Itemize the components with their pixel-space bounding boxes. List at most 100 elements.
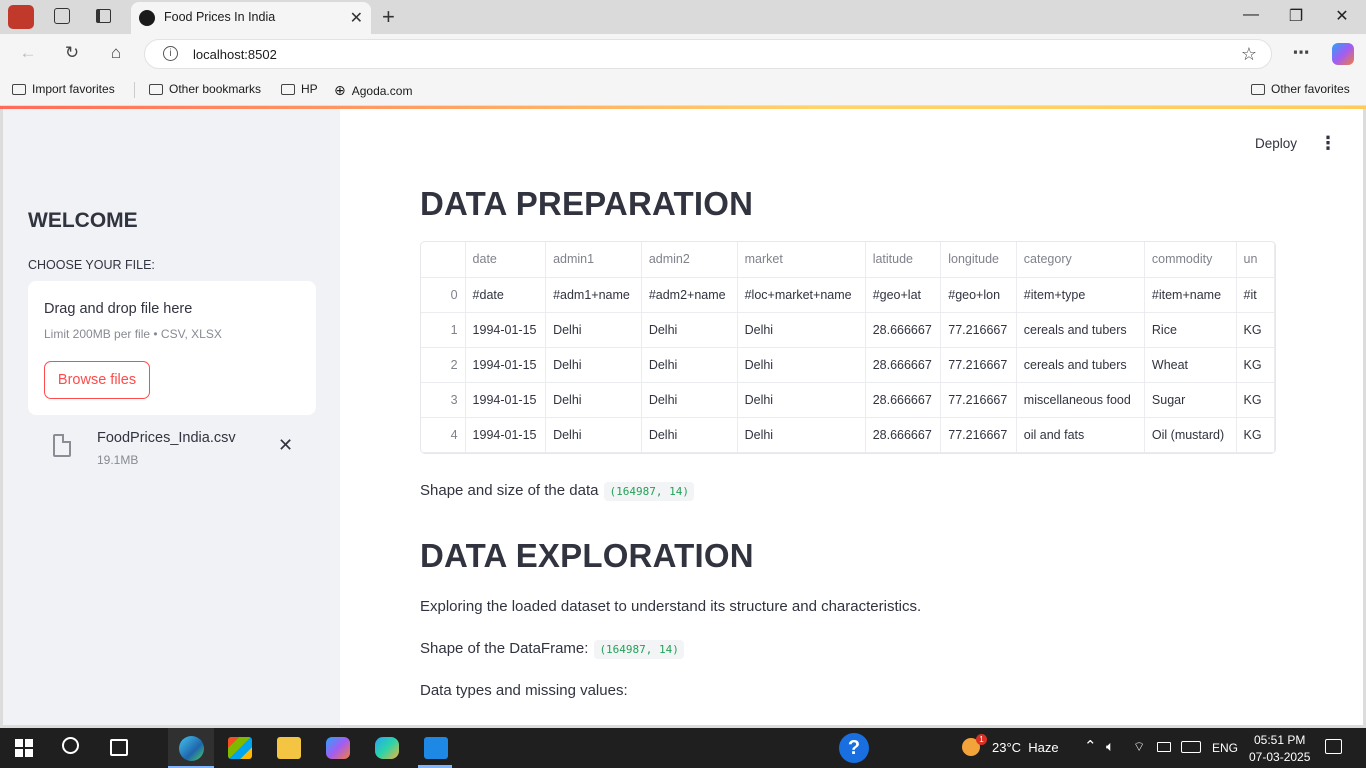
table-cell[interactable]: 28.666667 bbox=[865, 417, 942, 453]
table-cell[interactable]: 1994-01-15 bbox=[465, 347, 547, 383]
notifications-icon[interactable] bbox=[1325, 739, 1342, 754]
row-index[interactable]: 2 bbox=[421, 347, 466, 383]
table-cell[interactable]: Oil (mustard) bbox=[1144, 417, 1237, 453]
table-cell[interactable]: KG bbox=[1236, 417, 1275, 453]
table-cell[interactable]: 1994-01-15 bbox=[465, 312, 547, 348]
column-header[interactable]: category bbox=[1016, 242, 1145, 278]
table-cell[interactable]: Delhi bbox=[641, 417, 738, 453]
table-cell[interactable]: Rice bbox=[1144, 312, 1237, 348]
table-cell[interactable]: #adm1+name bbox=[545, 277, 642, 313]
table-cell[interactable]: 77.216667 bbox=[940, 382, 1017, 418]
clock-time[interactable]: 05:51 PM bbox=[1254, 733, 1305, 747]
close-window-icon[interactable]: ✕ bbox=[1327, 6, 1357, 26]
column-header[interactable]: latitude bbox=[865, 242, 942, 278]
table-cell[interactable]: Delhi bbox=[545, 312, 642, 348]
battery-icon[interactable] bbox=[1157, 742, 1171, 752]
table-cell[interactable]: #item+type bbox=[1016, 277, 1145, 313]
search-icon[interactable] bbox=[62, 737, 79, 754]
column-header[interactable]: un bbox=[1236, 242, 1275, 278]
bookmark-other-bookmarks[interactable]: Other bookmarks bbox=[149, 82, 261, 96]
table-cell[interactable]: Delhi bbox=[545, 382, 642, 418]
minimize-icon[interactable]: — bbox=[1236, 6, 1266, 24]
column-header[interactable]: date bbox=[465, 242, 547, 278]
table-cell[interactable]: Delhi bbox=[737, 417, 866, 453]
table-cell[interactable]: Delhi bbox=[737, 382, 866, 418]
dataframe-table[interactable]: date admin1 admin2 market latitude longitude c… bbox=[420, 241, 1276, 454]
table-cell[interactable]: Delhi bbox=[641, 382, 738, 418]
home-icon[interactable]: ⌂ bbox=[104, 43, 128, 63]
workspaces-icon[interactable] bbox=[54, 8, 70, 24]
clock-date[interactable]: 07-03-2025 bbox=[1249, 750, 1310, 764]
more-menu-icon[interactable]: ⋯ bbox=[1289, 43, 1313, 63]
main-menu-icon[interactable]: ⋮ bbox=[1319, 133, 1337, 154]
table-cell[interactable]: 28.666667 bbox=[865, 312, 942, 348]
deploy-button[interactable]: Deploy bbox=[1255, 136, 1297, 151]
file-dropzone[interactable]: Drag and drop file here Limit 200MB per … bbox=[28, 281, 316, 415]
copilot-taskbar-icon[interactable] bbox=[375, 737, 399, 759]
table-cell[interactable]: KG bbox=[1236, 312, 1275, 348]
bookmark-hp[interactable]: HP bbox=[281, 82, 318, 96]
table-cell[interactable]: 1994-01-15 bbox=[465, 417, 547, 453]
column-header[interactable]: commodity bbox=[1144, 242, 1237, 278]
column-header[interactable]: longitude bbox=[940, 242, 1017, 278]
table-cell[interactable]: Delhi bbox=[737, 347, 866, 383]
table-cell[interactable]: #adm2+name bbox=[641, 277, 738, 313]
vscode-icon[interactable] bbox=[424, 737, 448, 759]
back-icon[interactable]: ← bbox=[16, 43, 40, 63]
refresh-icon[interactable]: ↻ bbox=[60, 43, 84, 63]
table-cell[interactable]: KG bbox=[1236, 382, 1275, 418]
table-cell[interactable]: Delhi bbox=[641, 347, 738, 383]
table-cell[interactable]: #loc+market+name bbox=[737, 277, 866, 313]
table-cell[interactable]: 28.666667 bbox=[865, 382, 942, 418]
table-cell[interactable]: Delhi bbox=[641, 312, 738, 348]
table-cell[interactable]: 28.666667 bbox=[865, 347, 942, 383]
table-cell[interactable]: cereals and tubers bbox=[1016, 312, 1145, 348]
column-header[interactable]: admin1 bbox=[545, 242, 642, 278]
table-cell[interactable]: Delhi bbox=[737, 312, 866, 348]
table-cell[interactable]: 77.216667 bbox=[940, 312, 1017, 348]
m365-icon[interactable] bbox=[326, 737, 350, 759]
row-index[interactable]: 0 bbox=[421, 277, 466, 313]
table-cell[interactable]: 77.216667 bbox=[940, 417, 1017, 453]
copilot-icon[interactable] bbox=[1332, 43, 1354, 65]
profile-avatar[interactable] bbox=[8, 5, 34, 29]
task-view-icon[interactable] bbox=[110, 739, 128, 756]
new-tab-icon[interactable]: + bbox=[382, 4, 395, 30]
column-header[interactable]: admin2 bbox=[641, 242, 738, 278]
bookmark-other-favorites[interactable]: Other favorites bbox=[1251, 82, 1350, 96]
site-info-icon[interactable]: i bbox=[163, 46, 178, 61]
table-cell[interactable]: Sugar bbox=[1144, 382, 1237, 418]
browse-files-button[interactable]: Browse files bbox=[44, 361, 150, 399]
file-explorer-icon[interactable] bbox=[277, 737, 301, 759]
weather-text[interactable]: 23°C Haze bbox=[992, 740, 1059, 755]
table-cell[interactable]: cereals and tubers bbox=[1016, 347, 1145, 383]
row-index[interactable]: 1 bbox=[421, 312, 466, 348]
remove-file-icon[interactable]: ✕ bbox=[278, 435, 293, 456]
table-cell[interactable]: 1994-01-15 bbox=[465, 382, 547, 418]
bookmark-import-favorites[interactable]: Import favorites bbox=[12, 82, 115, 96]
wifi-icon[interactable]: ⌔ bbox=[1133, 739, 1145, 755]
tab-food-prices[interactable]: Food Prices In India ✕ bbox=[131, 2, 371, 34]
table-cell[interactable]: #it bbox=[1236, 277, 1275, 313]
language-indicator[interactable]: ENG bbox=[1212, 741, 1238, 755]
table-cell[interactable]: #item+name bbox=[1144, 277, 1237, 313]
table-cell[interactable]: Delhi bbox=[545, 347, 642, 383]
table-cell[interactable]: miscellaneous food bbox=[1016, 382, 1145, 418]
tab-close-icon[interactable]: ✕ bbox=[350, 8, 363, 28]
table-cell[interactable]: #geo+lon bbox=[940, 277, 1017, 313]
url-field[interactable]: i localhost:8502 ☆ bbox=[144, 39, 1272, 69]
help-icon[interactable]: ? bbox=[839, 733, 869, 763]
store-icon[interactable] bbox=[228, 737, 252, 759]
keyboard-icon[interactable] bbox=[1181, 741, 1201, 753]
index-header[interactable] bbox=[421, 242, 466, 278]
column-header[interactable]: market bbox=[737, 242, 866, 278]
row-index[interactable]: 4 bbox=[421, 417, 466, 453]
row-index[interactable]: 3 bbox=[421, 382, 466, 418]
volume-icon[interactable]: 🔈︎ bbox=[1106, 738, 1114, 755]
table-cell[interactable]: oil and fats bbox=[1016, 417, 1145, 453]
table-cell[interactable]: #date bbox=[465, 277, 547, 313]
table-cell[interactable]: Wheat bbox=[1144, 347, 1237, 383]
bookmark-agoda[interactable]: ⊕ Agoda.com bbox=[334, 82, 412, 99]
table-cell[interactable]: Delhi bbox=[545, 417, 642, 453]
table-cell[interactable]: 77.216667 bbox=[940, 347, 1017, 383]
